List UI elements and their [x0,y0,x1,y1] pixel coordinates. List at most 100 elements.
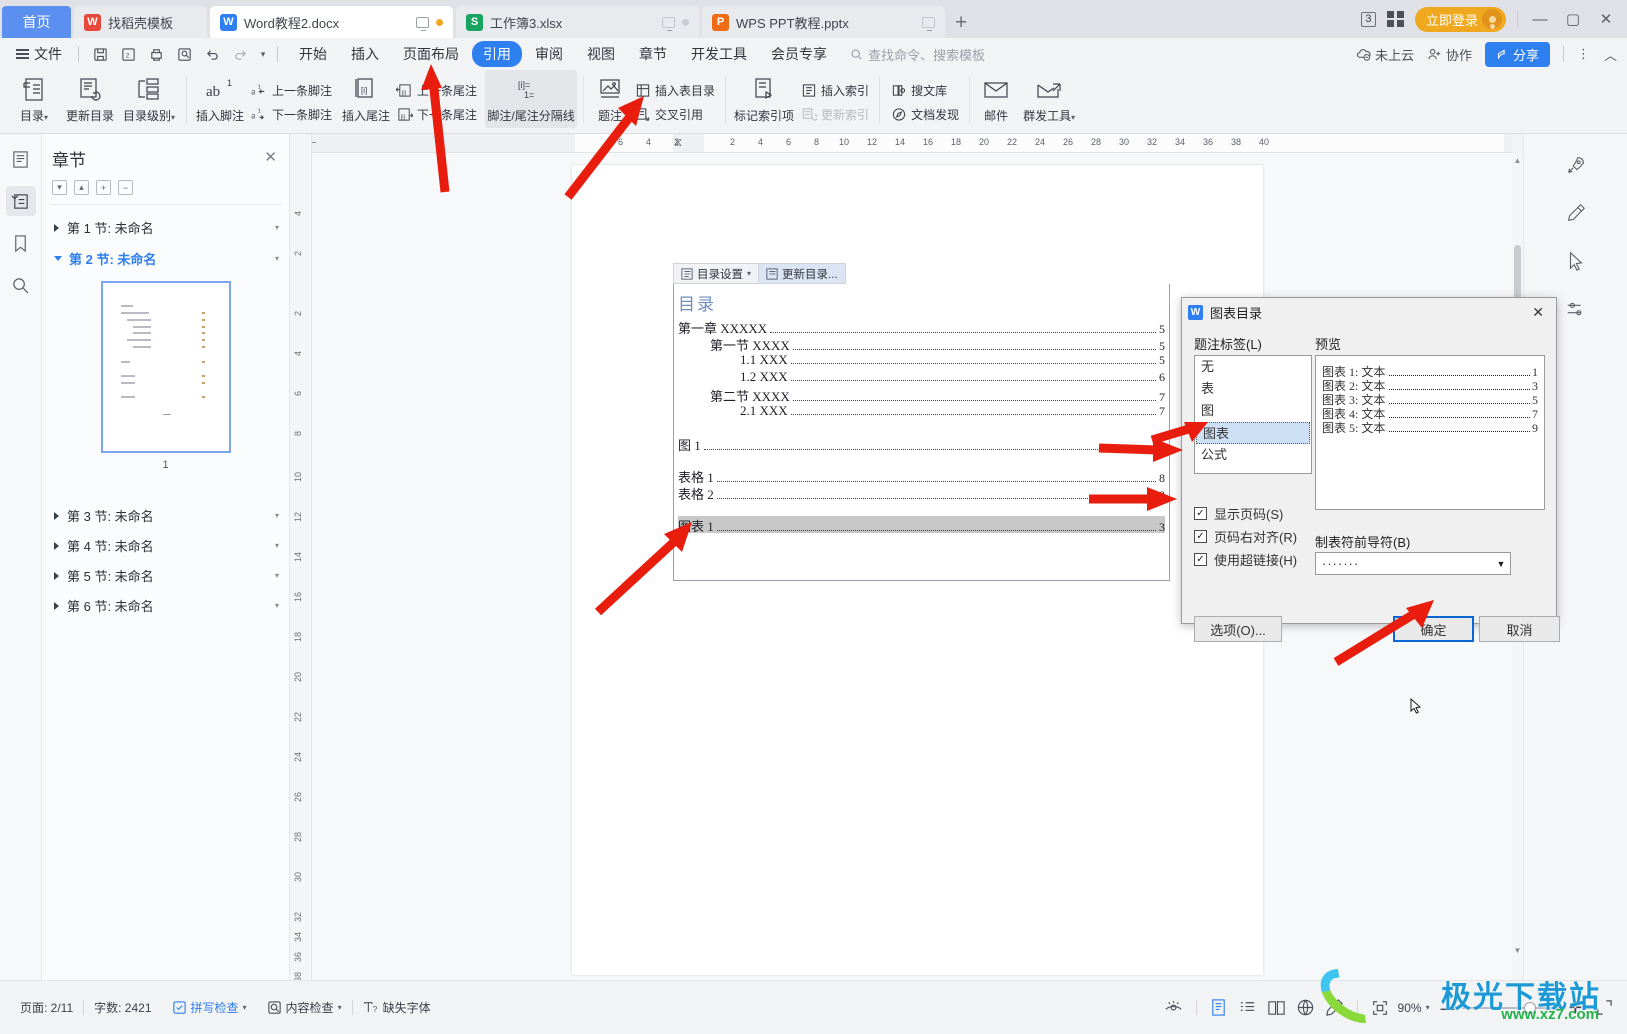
tab-review[interactable]: 审阅 [524,41,574,67]
toc-entry[interactable]: 表格 1 8 [678,467,1165,485]
table-of-figures-dialog[interactable]: W 图表目录 ✕ 题注标签(L) 无 表 图 图表 公式 ✓ 显示页码(S) ✓… [1181,297,1560,642]
chevron-down-icon[interactable]: ▾ [275,601,279,610]
print-icon[interactable] [143,43,169,65]
close-button[interactable]: ✕ [1595,10,1617,28]
collapse-down-icon[interactable]: ▾ [52,180,67,195]
collapse-all-icon[interactable]: − [118,180,133,195]
list-item[interactable]: 表 [1195,378,1311,400]
save-as-icon[interactable]: 2 [115,43,141,65]
chevron-down-icon[interactable]: ▾ [338,1003,342,1012]
share-button[interactable]: 分享 [1484,41,1550,67]
maximize-button[interactable]: ▢ [1562,10,1584,28]
read-view-icon[interactable] [1264,997,1290,1019]
tab-monitor-icon[interactable] [922,16,935,31]
tab-excel-doc[interactable]: S 工作簿3.xlsx [456,6,699,38]
prev-endnote-button[interactable]: [i] 上一条尾注 [392,80,481,101]
footnote-separator-button[interactable]: [i]= 1= 脚注/尾注分隔线 [485,70,578,128]
outline-icon[interactable] [6,144,36,174]
pen-icon[interactable] [1559,196,1593,230]
toc-entry[interactable]: 2.1 XXX 7 [678,403,1165,420]
ok-button[interactable]: 确定 [1393,616,1474,642]
missing-font-button[interactable]: ? 缺失字体 [353,999,441,1016]
search-icon[interactable] [6,270,36,300]
cross-reference-button[interactable]: 交叉引用 [630,104,719,125]
bookmark-icon[interactable] [6,228,36,258]
next-footnote-button[interactable]: a1 下一条脚注 [247,104,336,125]
caption-button[interactable]: 题注 [590,70,630,130]
tab-start[interactable]: 开始 [288,41,338,67]
list-item[interactable]: 无 [1195,356,1311,378]
indent-marker-icon[interactable]: ⧖ [674,135,682,150]
tab-template-store[interactable]: W 找稻壳模板 [74,6,207,38]
use-hyperlinks-checkbox[interactable]: ✓ 使用超链接(H) [1194,550,1297,569]
save-icon[interactable] [87,43,113,65]
page-view-icon[interactable] [1206,997,1232,1019]
list-item[interactable]: 公式 [1195,444,1311,466]
chevron-down-icon[interactable]: ▼ [1492,559,1510,569]
caption-label-listbox[interactable]: 无 表 图 图表 公式 [1194,355,1312,474]
toc-entry[interactable]: 图 1 9 [678,435,1165,453]
update-toc-button[interactable]: 更新目录 [62,70,118,130]
toc-content[interactable]: 目录 第一章 XXXXX 5 第一节 XXXX 5 1.1 XXX 5 1.2 … [678,290,1165,534]
collapse-ribbon-icon[interactable]: ︿ [1604,45,1617,64]
chevron-down-icon[interactable]: ▾ [1426,1003,1430,1012]
options-button[interactable]: 选项(O)... [1194,616,1282,642]
zoom-knob[interactable] [1523,1001,1536,1014]
tab-monitor-icon[interactable] [662,16,675,31]
tab-word-doc[interactable]: W Word教程2.docx [210,6,453,38]
sidebar-item-section-1[interactable]: 第 1 节: 未命名 ▾ [42,213,289,242]
vertical-ruler[interactable]: 4 2 2 4 6 8 10 12 14 16 18 20 22 24 26 2… [290,134,312,980]
rocket-icon[interactable] [1559,148,1593,182]
sidebar-item-section-4[interactable]: 第 4 节: 未命名 ▾ [42,531,289,560]
undo-icon[interactable] [199,43,225,65]
spellcheck-button[interactable]: 拼写检查 ▾ [162,999,257,1016]
sidebar-item-section-2[interactable]: 第 2 节: 未命名 ▾ [42,244,289,273]
edit-view-icon[interactable] [1322,997,1348,1019]
screen-count-badge[interactable]: 3 [1361,11,1377,27]
cursor-icon[interactable] [1559,244,1593,278]
new-tab-button[interactable]: + [955,11,967,35]
chevron-down-icon[interactable]: ▾ [275,254,279,263]
minimize-button[interactable]: — [1529,11,1551,28]
chevron-down-icon[interactable]: ▾ [275,541,279,550]
settings-slider-icon[interactable] [1559,292,1593,326]
toc-entry[interactable]: 1.2 XXX 6 [678,369,1165,386]
sidebar-item-section-5[interactable]: 第 5 节: 未命名 ▾ [42,561,289,590]
toc-entry-selected[interactable]: 图表 1 3 [678,516,1165,534]
chevron-down-icon[interactable]: ▾ [243,1003,247,1012]
insert-index-button[interactable]: 插入索引 [796,80,873,101]
chevron-down-icon[interactable]: ▾ [747,269,751,278]
close-icon[interactable]: ✕ [264,148,277,166]
word-count[interactable]: 字数: 2421 [84,999,161,1016]
mail-button[interactable]: 邮件 [976,70,1016,130]
insert-footnote-button[interactable]: ab 1 插入脚注 [193,70,247,130]
home-tab[interactable]: 首页 [2,6,71,38]
zoom-out-button[interactable]: — [1441,1000,1455,1016]
toc-entry[interactable]: 第一章 XXXXX 5 [678,318,1165,336]
more-options-icon[interactable]: ⋮ [1577,46,1591,62]
zoom-level[interactable]: 90% ▾ [1396,1001,1432,1015]
scroll-down-arrow[interactable]: ▼ [1512,943,1523,957]
toc-entry[interactable]: 第一节 XXXX 5 [678,335,1165,353]
tab-dev-tools[interactable]: 开发工具 [680,41,758,67]
collapse-up-icon[interactable]: ▴ [74,180,89,195]
next-endnote-button[interactable]: [i] 下一条尾注 [392,104,481,125]
list-item-selected[interactable]: 图表 [1196,422,1310,444]
mark-index-entry-button[interactable]: 标记索引项 [732,70,796,130]
toc-entry[interactable]: 表格 2 8 [678,484,1165,502]
chapter-icon[interactable] [5,186,36,216]
outline-view-icon[interactable] [1235,997,1261,1019]
zoom-in-button[interactable]: ✛ [1569,998,1582,1018]
doc-discover-button[interactable]: 文档发现 [886,104,963,125]
sidebar-item-section-6[interactable]: 第 6 节: 未命名 ▾ [42,591,289,620]
chevron-down-icon[interactable]: ▾ [275,223,279,232]
toc-entry[interactable]: 1.1 XXX 5 [678,352,1165,369]
cancel-button[interactable]: 取消 [1479,616,1560,642]
tab-stop-marker[interactable]: ⌐ [312,137,316,149]
fit-page-icon[interactable] [1367,997,1393,1019]
scroll-up-arrow[interactable]: ▲ [1512,153,1523,167]
login-button[interactable]: 立即登录 [1414,6,1506,32]
zoom-slider[interactable]: — ✛ [1435,998,1588,1018]
dialog-close-icon[interactable]: ✕ [1526,304,1550,321]
zoom-track[interactable] [1461,1001,1562,1014]
